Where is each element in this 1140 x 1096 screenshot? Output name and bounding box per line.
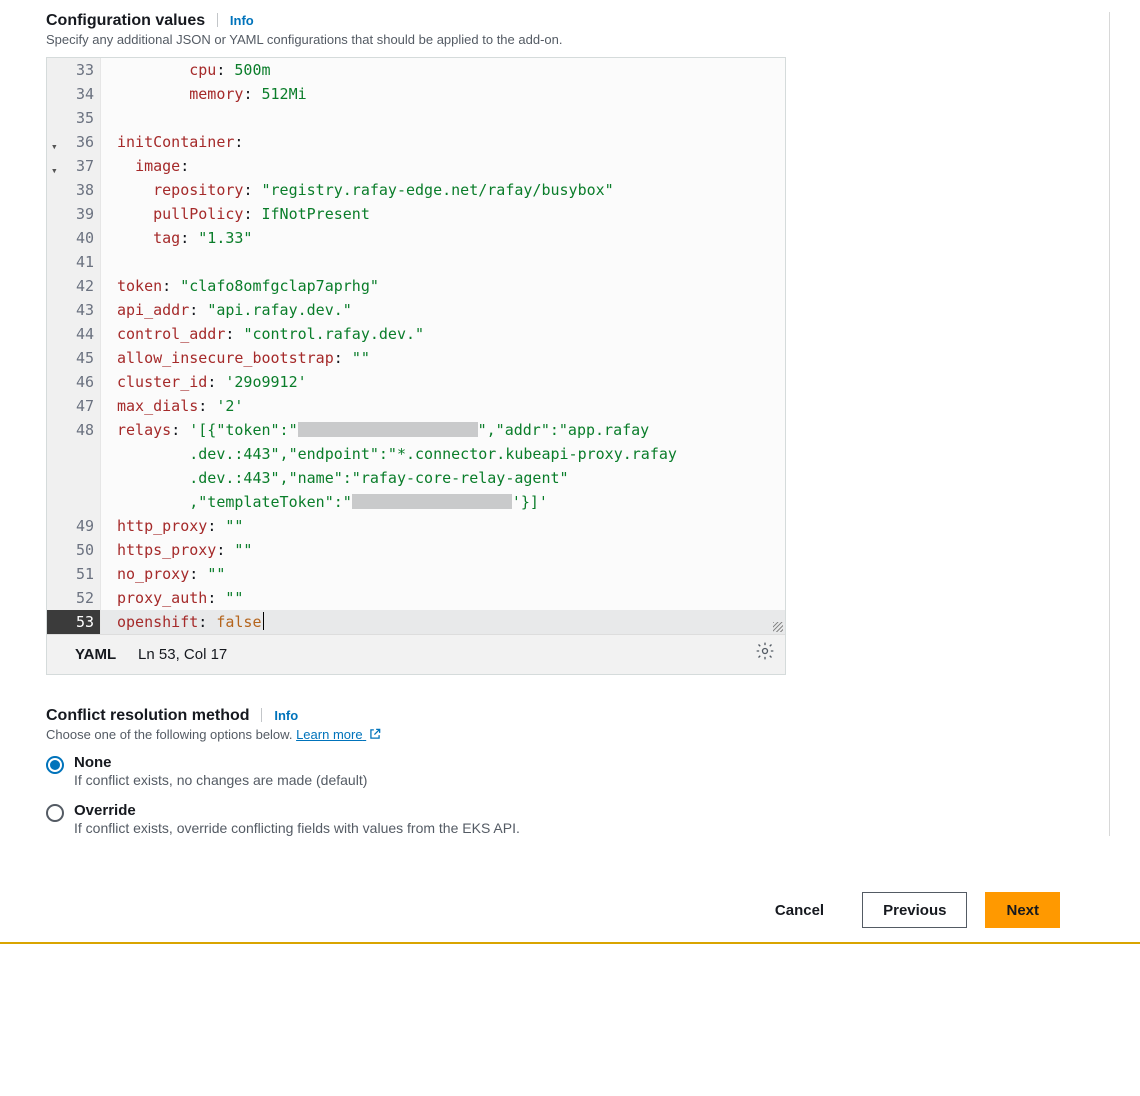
- bottom-rule: [0, 942, 1140, 944]
- radio-icon[interactable]: [46, 804, 64, 822]
- conflict-option-override[interactable]: OverrideIf conflict exists, override con…: [46, 802, 1087, 836]
- text-cursor: [263, 612, 264, 630]
- code-line[interactable]: 49http_proxy: "": [47, 514, 785, 538]
- wizard-footer: Cancel Previous Next: [46, 886, 1110, 942]
- code-line[interactable]: 43api_addr: "api.rafay.dev.": [47, 298, 785, 322]
- external-link-icon: [368, 727, 382, 741]
- option-title: None: [74, 754, 367, 771]
- conflict-info-link[interactable]: Info: [274, 708, 298, 723]
- code-line-wrap[interactable]: ,"templateToken":"'}]': [47, 490, 785, 514]
- code-line[interactable]: 46cluster_id: '29o9912': [47, 370, 785, 394]
- previous-button[interactable]: Previous: [862, 892, 967, 928]
- config-title: Configuration values: [46, 12, 205, 30]
- code-line[interactable]: 40 tag: "1.33": [47, 226, 785, 250]
- option-title: Override: [74, 802, 520, 819]
- code-line[interactable]: 52proxy_auth: "": [47, 586, 785, 610]
- code-line[interactable]: 38 repository: "registry.rafay-edge.net/…: [47, 178, 785, 202]
- code-line[interactable]: 51no_proxy: "": [47, 562, 785, 586]
- editor-lang: YAML: [75, 646, 116, 663]
- gear-icon[interactable]: [755, 641, 775, 669]
- config-info-link[interactable]: Info: [230, 13, 254, 28]
- code-line[interactable]: 42token: "clafo8omfgclap7aprhg": [47, 274, 785, 298]
- option-desc: If conflict exists, override conflicting…: [74, 820, 520, 836]
- conflict-desc: Choose one of the following options belo…: [46, 727, 1087, 742]
- code-line[interactable]: 34 memory: 512Mi: [47, 82, 785, 106]
- code-line-wrap[interactable]: .dev.:443","endpoint":"*.connector.kubea…: [47, 442, 785, 466]
- code-line[interactable]: 45allow_insecure_bootstrap: "": [47, 346, 785, 370]
- divider: [217, 13, 218, 27]
- code-line-wrap[interactable]: .dev.:443","name":"rafay-core-relay-agen…: [47, 466, 785, 490]
- conflict-option-none[interactable]: NoneIf conflict exists, no changes are m…: [46, 754, 1087, 788]
- code-line[interactable]: 39 pullPolicy: IfNotPresent: [47, 202, 785, 226]
- code-line[interactable]: 33 cpu: 500m: [47, 58, 785, 82]
- redacted-value: [298, 422, 478, 437]
- next-button[interactable]: Next: [985, 892, 1060, 928]
- editor-status-bar: YAML Ln 53, Col 17: [47, 634, 785, 674]
- code-line[interactable]: ▾36initContainer:: [47, 130, 785, 154]
- code-line[interactable]: 48relays: '[{"token":"","addr":"app.rafa…: [47, 418, 785, 442]
- code-line[interactable]: ▾37 image:: [47, 154, 785, 178]
- code-editor[interactable]: 33 cpu: 500m34 memory: 512Mi35▾36initCon…: [46, 57, 786, 675]
- code-line[interactable]: 47max_dials: '2': [47, 394, 785, 418]
- config-desc: Specify any additional JSON or YAML conf…: [46, 32, 1087, 47]
- option-desc: If conflict exists, no changes are made …: [74, 772, 367, 788]
- code-line[interactable]: 44control_addr: "control.rafay.dev.": [47, 322, 785, 346]
- divider: [261, 708, 262, 722]
- redacted-value: [352, 494, 512, 509]
- cancel-button[interactable]: Cancel: [755, 892, 844, 928]
- code-line[interactable]: 50https_proxy: "": [47, 538, 785, 562]
- conflict-title: Conflict resolution method: [46, 707, 250, 725]
- code-line[interactable]: 53openshift: false: [47, 610, 785, 634]
- radio-icon[interactable]: [46, 756, 64, 774]
- editor-cursor-pos: Ln 53, Col 17: [138, 646, 227, 663]
- learn-more-link[interactable]: Learn more: [296, 727, 382, 742]
- code-line[interactable]: 41: [47, 250, 785, 274]
- code-line[interactable]: 35: [47, 106, 785, 130]
